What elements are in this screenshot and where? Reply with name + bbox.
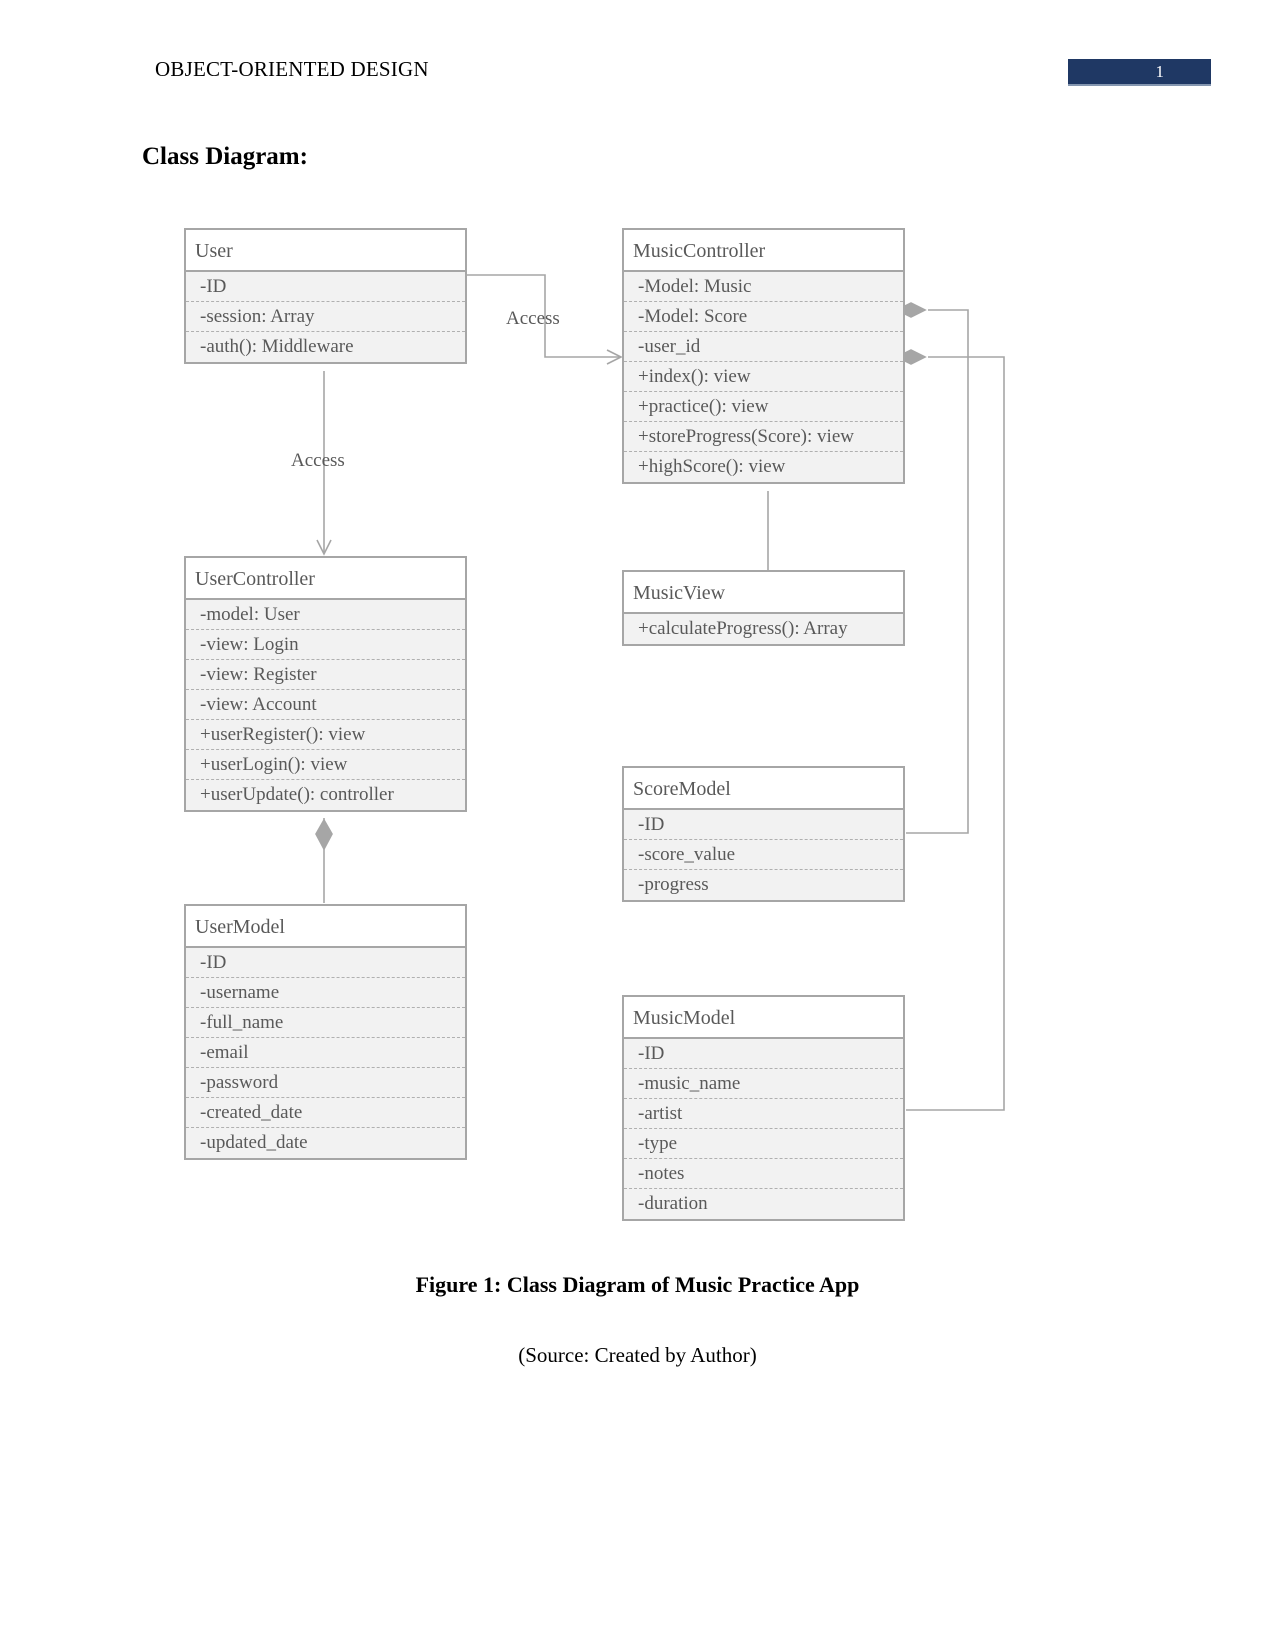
class-members-user: -ID -session: Array -auth(): Middleware xyxy=(186,272,465,362)
class-member-row: -ID xyxy=(624,810,903,840)
class-title-usercontroller: UserController xyxy=(186,558,465,600)
class-member-row: -ID xyxy=(186,948,465,978)
edge-musiccontroller-musicmodel xyxy=(906,356,1005,1111)
class-member-row: +userLogin(): view xyxy=(186,750,465,780)
class-box-scoremodel[interactable]: ScoreModel -ID -score_value -progress xyxy=(622,766,905,902)
class-members-musiccontroller: -Model: Music -Model: Score -user_id +in… xyxy=(624,272,903,482)
class-title-scoremodel: ScoreModel xyxy=(624,768,903,810)
class-box-usercontroller[interactable]: UserController -model: User -view: Login… xyxy=(184,556,467,812)
class-member-row: +storeProgress(Score): view xyxy=(624,422,903,452)
class-member-row: -view: Register xyxy=(186,660,465,690)
class-member-row: +highScore(): view xyxy=(638,456,786,477)
figure-caption: Figure 1: Class Diagram of Music Practic… xyxy=(415,1272,860,1297)
class-member-row: +index(): view xyxy=(624,362,903,392)
class-members-usermodel: -ID -username -full_name -email -passwor… xyxy=(186,948,465,1158)
class-member-row: -duration xyxy=(638,1193,708,1214)
class-member-row: +calculateProgress(): Array xyxy=(638,618,848,639)
edge-musiccontroller-scoremodel xyxy=(906,309,969,834)
class-member-row: -email xyxy=(186,1038,465,1068)
class-title-musicmodel: MusicModel xyxy=(624,997,903,1039)
class-member-row: -username xyxy=(186,978,465,1008)
class-member-row: -created_date xyxy=(186,1098,465,1128)
class-member-row: -ID xyxy=(186,272,465,302)
class-member-row: -updated_date xyxy=(200,1132,308,1153)
composition-diamond-usermodel xyxy=(315,818,333,851)
class-member-row: +userRegister(): view xyxy=(186,720,465,750)
class-member-row: -password xyxy=(186,1068,465,1098)
class-member-row: -type xyxy=(624,1129,903,1159)
class-title-musiccontroller: MusicController xyxy=(624,230,903,272)
class-member-row: -music_name xyxy=(624,1069,903,1099)
class-member-row: -Model: Music xyxy=(624,272,903,302)
class-member-row: +practice(): view xyxy=(624,392,903,422)
class-members-musicview: +calculateProgress(): Array xyxy=(624,614,903,644)
class-member-row: -view: Login xyxy=(186,630,465,660)
class-member-row: -notes xyxy=(624,1159,903,1189)
edge-label-user-usercontroller: Access xyxy=(291,450,345,471)
figure-source: (Source: Created by Author) xyxy=(518,1343,757,1367)
class-member-row: -model: User xyxy=(186,600,465,630)
class-title-usermodel: UserModel xyxy=(186,906,465,948)
class-member-row: -Model: Score xyxy=(624,302,903,332)
class-member-row: -score_value xyxy=(624,840,903,870)
class-member-row: -session: Array xyxy=(186,302,465,332)
class-title-musicview: MusicView xyxy=(624,572,903,614)
class-box-musicview[interactable]: MusicView +calculateProgress(): Array xyxy=(622,570,905,646)
class-member-row: -user_id xyxy=(624,332,903,362)
class-title-user: User xyxy=(186,230,465,272)
class-member-row: -progress xyxy=(638,874,709,895)
class-box-musicmodel[interactable]: MusicModel -ID -music_name -artist -type… xyxy=(622,995,905,1221)
class-member-row: -full_name xyxy=(186,1008,465,1038)
edge-label-user-musiccontroller: Access xyxy=(506,308,560,329)
class-member-row: -auth(): Middleware xyxy=(200,336,354,357)
class-box-usermodel[interactable]: UserModel -ID -username -full_name -emai… xyxy=(184,904,467,1160)
class-member-row: -view: Account xyxy=(186,690,465,720)
class-members-scoremodel: -ID -score_value -progress xyxy=(624,810,903,900)
class-member-row: -artist xyxy=(624,1099,903,1129)
class-diagram: Access Access User -ID -session: Array -… xyxy=(0,0,1275,1651)
class-members-usercontroller: -model: User -view: Login -view: Registe… xyxy=(186,600,465,810)
class-box-user[interactable]: User -ID -session: Array -auth(): Middle… xyxy=(184,228,467,364)
class-members-musicmodel: -ID -music_name -artist -type -notes -du… xyxy=(624,1039,903,1219)
class-box-musiccontroller[interactable]: MusicController -Model: Music -Model: Sc… xyxy=(622,228,905,484)
class-member-row: -ID xyxy=(624,1039,903,1069)
class-member-row: +userUpdate(): controller xyxy=(200,784,394,805)
